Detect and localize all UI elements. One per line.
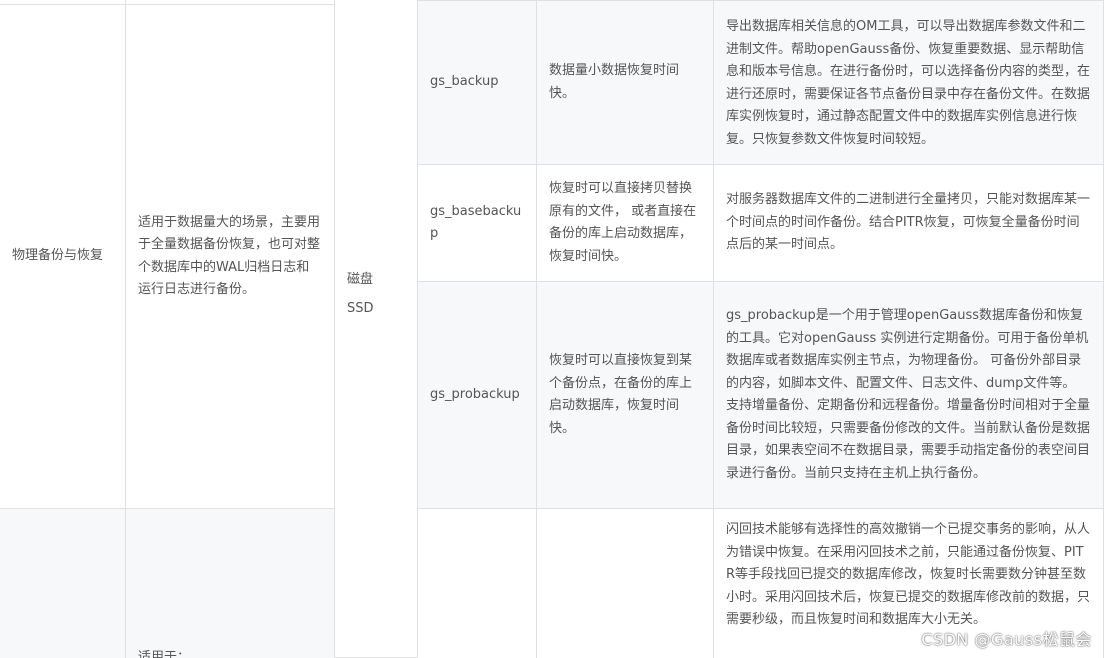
scenario-text: 适用于数据量大的场景，主要用于全量数据备份恢复，也可对整个数据库中的WAL归档日… bbox=[138, 214, 321, 298]
table-row-gs-basebackup-feature: 恢复时可以直接拷贝替换原有的文件， 或者直接在备份的库上启动数据库，恢复时间快。 bbox=[537, 165, 714, 282]
tool-description: 对服务器数据库文件的二进制进行全量拷贝，只能对数据库某一个时间点的时间作备份。结… bbox=[726, 192, 1091, 253]
tool-description: 导出数据库相关信息的OM工具，可以导出数据库参数文件和二进制文件。帮助openG… bbox=[726, 19, 1091, 147]
tool-name: gs_backup bbox=[430, 74, 499, 90]
tool-name: gs_basebackup bbox=[430, 203, 522, 242]
table-row-gs-basebackup-desc: 对服务器数据库文件的二进制进行全量拷贝，只能对数据库某一个时间点的时间作备份。结… bbox=[714, 165, 1104, 282]
table-row-gs-backup-desc: 导出数据库相关信息的OM工具，可以导出数据库参数文件和二进制文件。帮助openG… bbox=[714, 0, 1104, 165]
table-row-gs-probackup-desc: gs_probackup是一个用于管理openGauss数据库备份和恢复的工具。… bbox=[714, 282, 1104, 509]
medium-disk: 磁盘 bbox=[347, 271, 374, 287]
category-text: 物理备份与恢复 bbox=[12, 248, 104, 264]
group2-category-cell bbox=[0, 509, 126, 658]
medium-ssd: SSD bbox=[347, 300, 374, 316]
table-row-gs-backup-feature: 数据量小数据恢复时间快。 bbox=[537, 0, 714, 165]
group2-feature-cell bbox=[537, 509, 714, 658]
table-row-gs-backup-tool: gs_backup bbox=[418, 0, 537, 165]
group2-description-text: 闪回技术能够有选择性的高效撤销一个已提交事务的影响，从人为错误中恢复。在采用闪回… bbox=[726, 522, 1091, 627]
medium-cell: 磁盘 SSD bbox=[335, 0, 418, 658]
group2-scenario-text: 适用于： bbox=[138, 650, 191, 658]
tool-name: gs_probackup bbox=[430, 386, 520, 402]
tool-feature: 恢复时可以直接拷贝替换原有的文件， 或者直接在备份的库上启动数据库，恢复时间快。 bbox=[549, 181, 697, 264]
table-row-gs-probackup-tool: gs_probackup bbox=[418, 282, 537, 509]
doc-table: 物理备份与恢复 适用于数据量大的场景，主要用于全量数据备份恢复，也可对整个数据库… bbox=[0, 0, 1108, 658]
tool-description: gs_probackup是一个用于管理openGauss数据库备份和恢复的工具。… bbox=[726, 308, 1091, 481]
group2-tool-cell bbox=[418, 509, 537, 658]
watermark: CSDN @Gauss松鼠会 bbox=[921, 630, 1092, 649]
tool-feature: 数据量小数据恢复时间快。 bbox=[549, 63, 680, 101]
category-cell: 物理备份与恢复 bbox=[0, 5, 126, 509]
tool-feature: 恢复时可以直接恢复到某个备份点，在备份的库上启动数据库，恢复时间快。 bbox=[549, 353, 693, 436]
scenario-cell: 适用于数据量大的场景，主要用于全量数据备份恢复，也可对整个数据库中的WAL归档日… bbox=[126, 5, 335, 509]
table-row-gs-basebackup-tool: gs_basebackup bbox=[418, 165, 537, 282]
table-row-gs-probackup-feature: 恢复时可以直接恢复到某个备份点，在备份的库上启动数据库，恢复时间快。 bbox=[537, 282, 714, 509]
group2-scenario-cell: 适用于： bbox=[126, 509, 335, 658]
